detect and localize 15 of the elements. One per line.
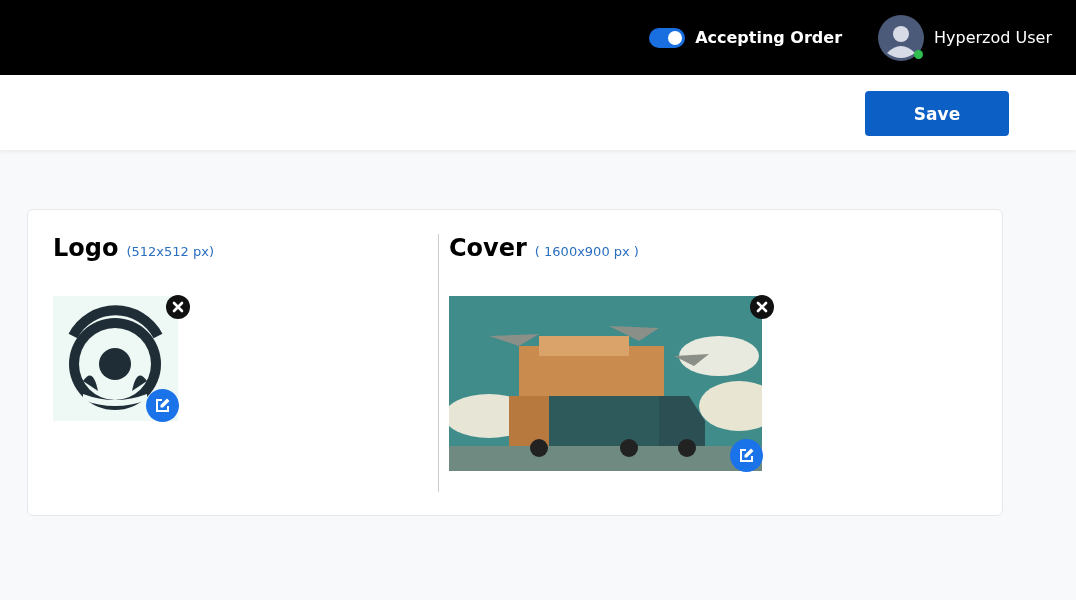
toggle-label: Accepting Order xyxy=(695,28,842,47)
section-title: Logo xyxy=(53,234,119,262)
user-name[interactable]: Hyperzod User xyxy=(934,28,1052,47)
edit-icon xyxy=(154,397,171,414)
size-hint: ( 1600x900 px ) xyxy=(534,244,639,259)
section-title: Cover xyxy=(449,234,527,262)
avatar-icon[interactable] xyxy=(878,14,924,61)
remove-button[interactable] xyxy=(750,295,774,319)
close-icon xyxy=(172,301,184,313)
size-hint: (512x512 px) xyxy=(126,244,214,259)
close-icon xyxy=(756,301,768,313)
remove-button[interactable] xyxy=(166,295,190,319)
edit-icon xyxy=(738,447,755,464)
save-button[interactable]: Save xyxy=(865,91,1009,136)
toggle-switch[interactable] xyxy=(649,27,686,48)
